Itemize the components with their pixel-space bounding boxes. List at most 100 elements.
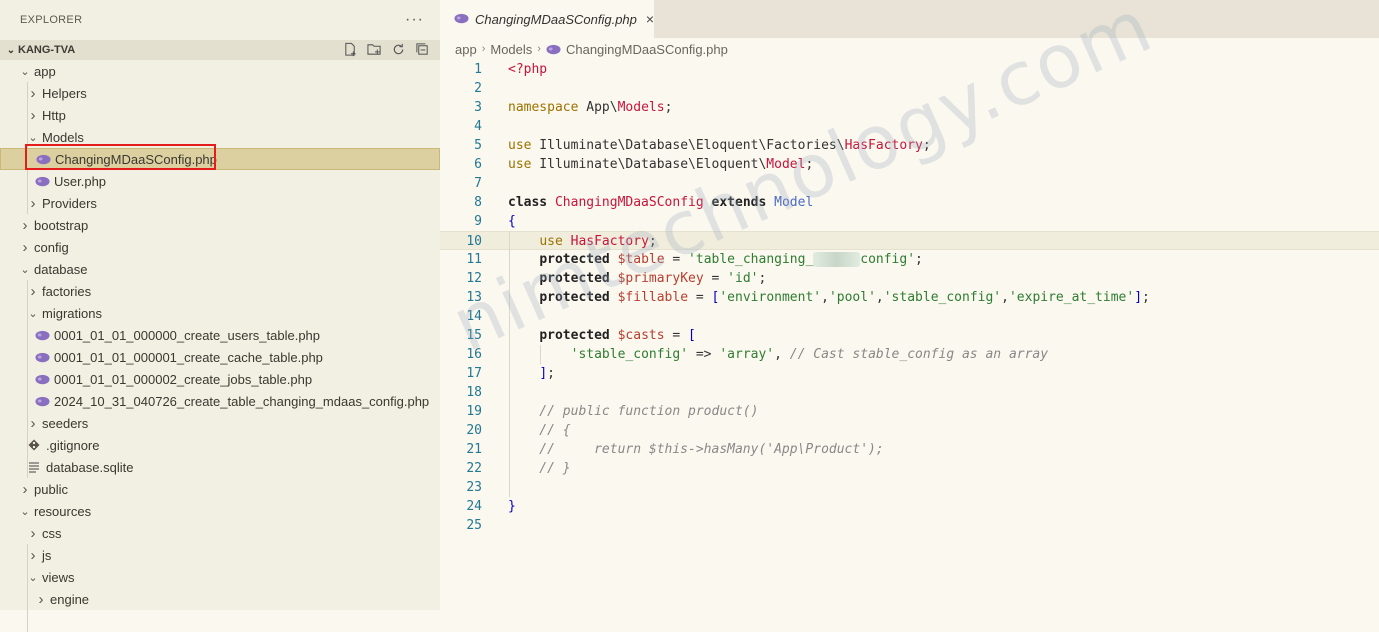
code-line[interactable]: 13 protected $fillable = ['environment',… [440, 288, 1379, 307]
code-line[interactable]: 20 // { [440, 421, 1379, 440]
code-line[interactable]: 11 protected $table = 'table_changing_md… [440, 250, 1379, 269]
tree-folder[interactable]: ⌄ Models [0, 126, 440, 148]
chevron-down-icon: ⌄ [20, 505, 30, 518]
code-line[interactable]: 1 <?php [440, 60, 1379, 79]
line-number: 9 [474, 214, 482, 229]
workspace-section[interactable]: ⌄ KANG-TVA [0, 40, 440, 60]
tree-folder[interactable]: › js [0, 544, 440, 566]
code-line[interactable]: 4 [440, 117, 1379, 136]
code-text: protected $table = 'table_changing_mdaas… [539, 252, 923, 267]
code-line[interactable]: 7 [440, 174, 1379, 193]
close-icon[interactable]: × [646, 11, 654, 27]
code-line[interactable]: 16 'stable_config' => 'array', // Cast s… [440, 345, 1379, 364]
tree-folder[interactable]: › factories [0, 280, 440, 302]
code-line[interactable]: 5 use Illuminate\Database\Eloquent\Factor… [440, 136, 1379, 155]
code-line[interactable]: 22 // } [440, 459, 1379, 478]
tree-folder[interactable]: ⌄ app [0, 60, 440, 82]
tree-file[interactable]: 0001_01_01_000000_create_users_table.php [0, 324, 440, 346]
code-line[interactable]: 15 protected $casts = [ [440, 326, 1379, 345]
tree-folder[interactable]: ⌄ database [0, 258, 440, 280]
code-line[interactable]: 25 [440, 516, 1379, 535]
line-number: 5 [474, 138, 482, 153]
code-line[interactable]: 23 [440, 478, 1379, 497]
chevron-right-icon: › [30, 524, 36, 542]
tree-item-label: Http [42, 107, 66, 123]
chevron-right-icon: › [30, 282, 36, 300]
tree-item-label: css [42, 525, 62, 541]
code-line[interactable]: 2 [440, 79, 1379, 98]
line-number: 24 [466, 499, 482, 514]
tree-folder[interactable]: › engine [0, 588, 440, 610]
tree-file[interactable]: User.php [0, 170, 440, 192]
explorer-header: EXPLORER ··· [0, 0, 440, 40]
php-icon [34, 396, 50, 407]
tree-item-label: Models [42, 129, 84, 145]
explorer-title: EXPLORER [20, 14, 83, 26]
chevron-right-icon: › [30, 546, 36, 564]
code-line[interactable]: 10 use HasFactory; [440, 231, 1379, 250]
file-icon [26, 461, 42, 473]
code-line[interactable]: 19 // public function product() [440, 402, 1379, 421]
code-text: <?php [508, 62, 548, 77]
more-actions-icon[interactable]: ··· [405, 11, 424, 29]
tree-file[interactable]: .gitignore [0, 434, 440, 456]
new-file-icon[interactable] [343, 42, 358, 57]
line-number: 4 [474, 119, 482, 134]
line-number: 7 [474, 176, 482, 191]
chevron-right-icon: › [30, 414, 36, 432]
tree-file[interactable]: 2024_10_31_040726_create_table_changing_… [0, 390, 440, 412]
breadcrumb-item[interactable]: Models [490, 42, 532, 57]
tree-item-label: ChangingMDaaSConfig.php [55, 151, 217, 167]
line-number: 19 [466, 404, 482, 419]
tree-folder[interactable]: › Http [0, 104, 440, 126]
code-line[interactable]: 6 use Illuminate\Database\Eloquent\Model; [440, 155, 1379, 174]
line-number: 20 [466, 423, 482, 438]
code-text: } [508, 499, 516, 514]
chevron-down-icon: ⌄ [28, 131, 38, 144]
code-editor[interactable]: 1 <?php 2 3 namespace App\Models; 4 5 use Illum… [440, 60, 1379, 610]
chevron-right-icon: › [537, 43, 541, 55]
refresh-icon[interactable] [391, 42, 406, 57]
code-line[interactable]: 17 ]; [440, 364, 1379, 383]
tree-folder[interactable]: › Helpers [0, 82, 440, 104]
collapse-all-icon[interactable] [415, 42, 430, 57]
code-line[interactable]: 8 class ChangingMDaaSConfig extends Model [440, 193, 1379, 212]
tree-item-label: Helpers [42, 85, 87, 101]
tree-file[interactable]: 0001_01_01_000001_create_cache_table.php [0, 346, 440, 368]
new-folder-icon[interactable] [367, 42, 382, 57]
line-number: 2 [474, 81, 482, 96]
code-line[interactable]: 21 // return $this->hasMany('App\Product… [440, 440, 1379, 459]
code-text: use Illuminate\Database\Eloquent\Factori… [508, 138, 931, 153]
line-number: 12 [466, 271, 482, 286]
breadcrumb-item[interactable]: ChangingMDaaSConfig.php [566, 42, 728, 57]
tree-folder[interactable]: › public [0, 478, 440, 500]
code-line[interactable]: 12 protected $primaryKey = 'id'; [440, 269, 1379, 288]
code-line[interactable]: 3 namespace App\Models; [440, 98, 1379, 117]
tree-folder[interactable]: › config [0, 236, 440, 258]
breadcrumb: app › Models › ChangingMDaaSConfig.php [455, 38, 728, 60]
line-number: 22 [466, 461, 482, 476]
code-text: // return $this->hasMany('App\Product'); [508, 442, 884, 457]
breadcrumb-item[interactable]: app [455, 42, 477, 57]
tree-folder[interactable]: ⌄ resources [0, 500, 440, 522]
tree-item-label: public [34, 481, 68, 497]
tree-file[interactable]: 0001_01_01_000002_create_jobs_table.php [0, 368, 440, 390]
tree-folder[interactable]: ⌄ views [0, 566, 440, 588]
tree-folder[interactable]: › Providers [0, 192, 440, 214]
tree-folder[interactable]: › seeders [0, 412, 440, 434]
php-icon [34, 176, 50, 187]
tree-file[interactable]: database.sqlite [0, 456, 440, 478]
tree-item-label: js [42, 547, 52, 563]
tree-folder[interactable]: › bootstrap [0, 214, 440, 236]
code-line[interactable]: 14 [440, 307, 1379, 326]
tab-changingmdaasconfig[interactable]: ChangingMDaaSConfig.php × [440, 0, 654, 38]
code-line[interactable]: 24} [440, 497, 1379, 516]
code-line[interactable]: 9{ [440, 212, 1379, 231]
php-icon [34, 330, 50, 341]
tree-folder[interactable]: ⌄ migrations [0, 302, 440, 324]
tree-folder[interactable]: › css [0, 522, 440, 544]
tree-file[interactable]: ChangingMDaaSConfig.php [0, 148, 440, 170]
chevron-right-icon: › [30, 84, 36, 102]
chevron-down-icon: ⌄ [20, 263, 30, 276]
code-line[interactable]: 18 [440, 383, 1379, 402]
